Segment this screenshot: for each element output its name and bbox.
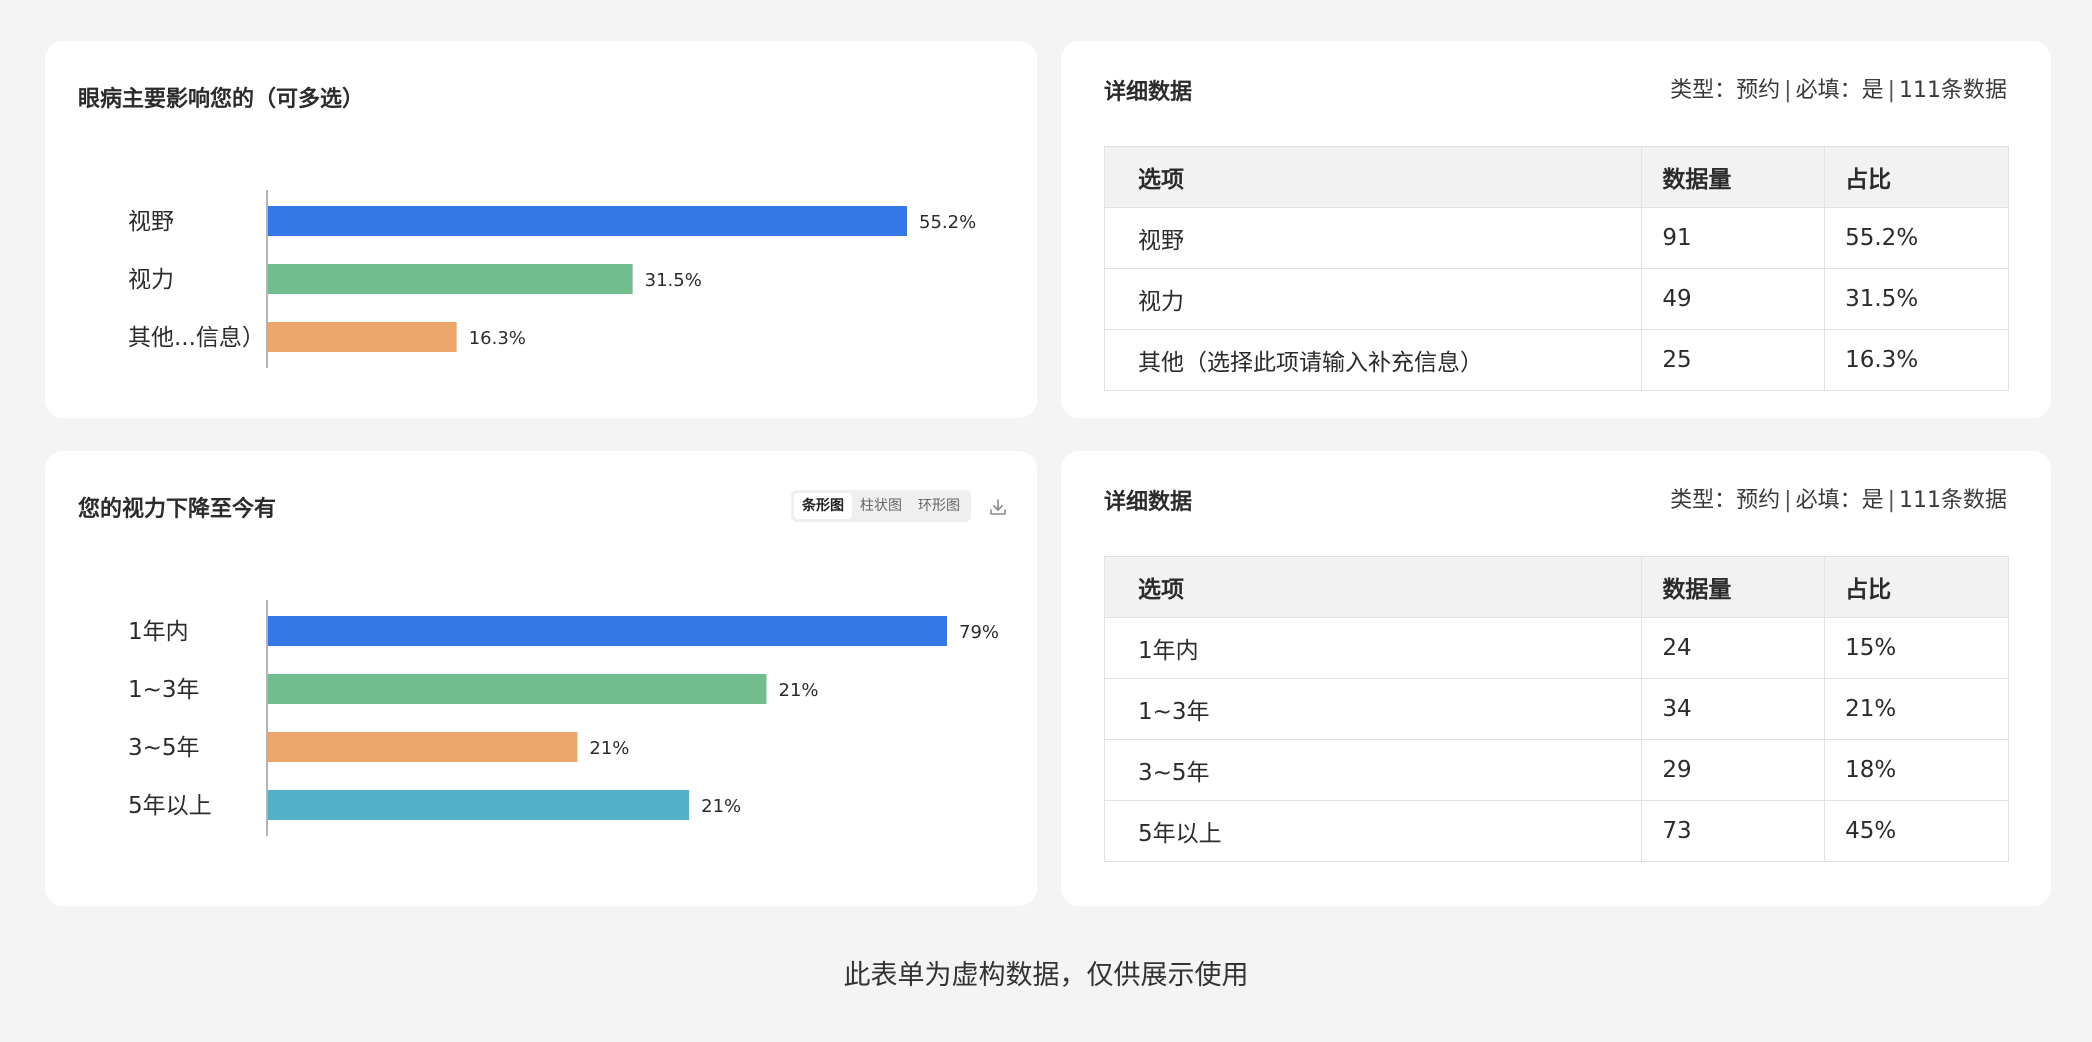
q1-data-table: 选项 数据量 占比 视野 91 55.2% 视力 49 31.5% 其他（选择此项请输入补充… [1103, 146, 2009, 391]
header-option: 选项 [1103, 556, 1643, 618]
q1-chart-svg: 视野 55.2% 视力 31.5% 其他...信息） 16.3% [128, 190, 976, 368]
q1-chart-card: 眼病主要影响您的（可多选） 视野 55.2% 视力 31.5% 其他...信息） 16.3… [45, 41, 1037, 418]
cell-count: 91 [1641, 207, 1826, 269]
q2-chart-svg: 1年内 79% 1~3年 21% 3~5年 21% 5年以上 21% [128, 600, 999, 836]
table-row: 视野 91 55.2% [1103, 207, 2009, 269]
bar-value-label: 31.5% [645, 270, 702, 291]
table-row: 1~3年 34 21% [1103, 678, 2009, 740]
header-option: 选项 [1103, 146, 1643, 208]
bar-category-label: 1~3年 [128, 677, 200, 703]
cell-ratio: 16.3% [1824, 329, 2009, 391]
bar[interactable] [268, 790, 690, 820]
q1-table-title: 详细数据 [1104, 80, 1193, 105]
bar[interactable] [268, 732, 578, 762]
header-count: 数据量 [1641, 146, 1826, 208]
q1-meta-required: 必填：是 [1795, 78, 1884, 103]
header-count: 数据量 [1641, 556, 1826, 618]
header-ratio: 占比 [1824, 146, 2009, 208]
bar-value-label: 79% [959, 622, 999, 643]
cell-count: 73 [1641, 800, 1826, 862]
cell-option: 5年以上 [1103, 800, 1643, 862]
bar-value-label: 21% [701, 796, 741, 817]
cell-option: 1~3年 [1103, 678, 1643, 740]
cell-ratio: 21% [1824, 678, 2009, 740]
bar-value-label: 55.2% [919, 212, 976, 233]
table-row: 1年内 24 15% [1103, 617, 2009, 679]
cell-count: 25 [1641, 329, 1826, 391]
cell-ratio: 15% [1824, 617, 2009, 679]
q2-meta-required: 必填：是 [1795, 488, 1884, 513]
q2-meta-count: 111条数据 [1899, 488, 2007, 513]
q2-chart-card: 您的视力下降至今有 条形图 柱状图 环形图 1年内 79% 1~3年 21% 3~5年 2… [45, 451, 1037, 906]
cell-ratio: 31.5% [1824, 268, 2009, 330]
cell-count: 49 [1641, 268, 1826, 330]
table-row: 5年以上 73 45% [1103, 800, 2009, 862]
bar[interactable] [268, 264, 633, 294]
bar[interactable] [268, 674, 767, 704]
table-row: 其他（选择此项请输入补充信息） 25 16.3% [1103, 329, 2009, 391]
cell-option: 3~5年 [1103, 739, 1643, 801]
bar-category-label: 视野 [128, 209, 174, 235]
bar-value-label: 16.3% [469, 328, 526, 349]
bar-value-label: 21% [589, 738, 629, 759]
bar[interactable] [268, 616, 947, 646]
q2-meta: 类型：预约 | 必填：是 | 111条数据 [1670, 488, 2007, 513]
cell-count: 29 [1641, 739, 1826, 801]
q1-meta: 类型：预约 | 必填：是 | 111条数据 [1670, 78, 2007, 103]
bar-category-label: 视力 [128, 267, 174, 293]
q1-bar-chart: 视野 55.2% 视力 31.5% 其他...信息） 16.3% [45, 41, 1037, 418]
cell-count: 34 [1641, 678, 1826, 740]
table-header-row: 选项 数据量 占比 [1103, 146, 2009, 208]
q1-meta-count: 111条数据 [1899, 78, 2007, 103]
bar-category-label: 5年以上 [128, 793, 212, 819]
cell-option: 1年内 [1103, 617, 1643, 679]
table-row: 3~5年 29 18% [1103, 739, 2009, 801]
q2-table-card: 详细数据 类型：预约 | 必填：是 | 111条数据 选项 数据量 占比 1年内 24 15… [1061, 451, 2051, 906]
bar-category-label: 3~5年 [128, 735, 200, 761]
table-row: 视力 49 31.5% [1103, 268, 2009, 330]
q2-table-title: 详细数据 [1104, 490, 1193, 515]
q1-meta-type: 类型：预约 [1670, 78, 1781, 103]
cell-option: 视野 [1103, 207, 1643, 269]
q2-bar-chart: 1年内 79% 1~3年 21% 3~5年 21% 5年以上 21% [45, 451, 1037, 906]
bar[interactable] [268, 322, 457, 352]
footer-note: 此表单为虚构数据，仅供展示使用 [843, 960, 1249, 991]
cell-count: 24 [1641, 617, 1826, 679]
cell-option: 视力 [1103, 268, 1643, 330]
q1-table-card: 详细数据 类型：预约 | 必填：是 | 111条数据 选项 数据量 占比 视野 91 55.… [1061, 41, 2051, 418]
cell-ratio: 18% [1824, 739, 2009, 801]
bar-value-label: 21% [779, 680, 819, 701]
cell-ratio: 55.2% [1824, 207, 2009, 269]
bar-category-label: 其他...信息） [128, 325, 265, 351]
table-header-row: 选项 数据量 占比 [1103, 556, 2009, 618]
q2-meta-type: 类型：预约 [1670, 488, 1781, 513]
bar-category-label: 1年内 [128, 619, 189, 645]
q2-data-table: 选项 数据量 占比 1年内 24 15% 1~3年 34 21% 3~5年 29 18% 5年以上… [1103, 556, 2009, 862]
cell-ratio: 45% [1824, 800, 2009, 862]
cell-option: 其他（选择此项请输入补充信息） [1103, 329, 1643, 391]
bar[interactable] [268, 206, 907, 236]
header-ratio: 占比 [1824, 556, 2009, 618]
